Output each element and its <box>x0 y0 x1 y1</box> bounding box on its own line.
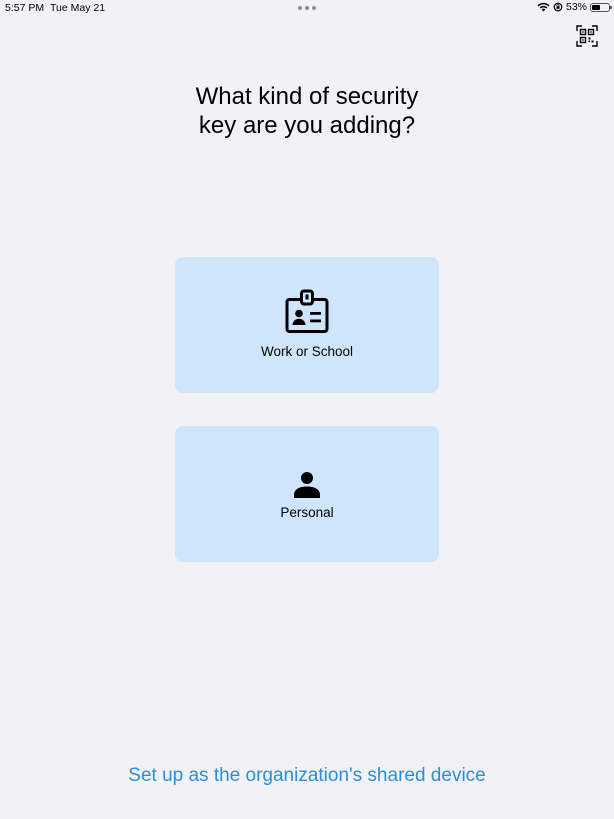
person-icon <box>294 472 320 498</box>
multitasking-dots-icon[interactable] <box>298 6 318 10</box>
page-title-line-1: What kind of security <box>195 83 419 110</box>
status-time: 5:57 PM <box>5 2 45 14</box>
page-title: What kind of security key are you adding… <box>107 82 507 140</box>
personal-label: Personal <box>280 505 334 520</box>
battery-percent: 53% <box>565 1 587 13</box>
page-title-line-2: key are you adding? <box>198 112 416 139</box>
id-badge-icon <box>285 289 329 333</box>
status-right: 53% <box>537 1 612 13</box>
battery-fill <box>592 4 601 10</box>
work-or-school-label: Work or School <box>260 344 354 359</box>
wifi-icon <box>537 2 550 12</box>
status-date: Tue May 21 <box>50 2 106 14</box>
screen: 5:57 PM Tue May 21 53% What kind of secu… <box>0 0 614 819</box>
status-bar: 5:57 PM Tue May 21 53% <box>0 0 614 16</box>
qr-scan-icon <box>576 25 598 47</box>
battery-icon <box>590 2 612 12</box>
work-or-school-option[interactable]: Work or School <box>175 257 439 393</box>
orientation-lock-icon <box>553 2 563 12</box>
personal-option[interactable]: Personal <box>175 426 439 562</box>
qr-scan-button[interactable] <box>576 25 598 47</box>
shared-device-link[interactable]: Set up as the organization's shared devi… <box>0 765 614 787</box>
